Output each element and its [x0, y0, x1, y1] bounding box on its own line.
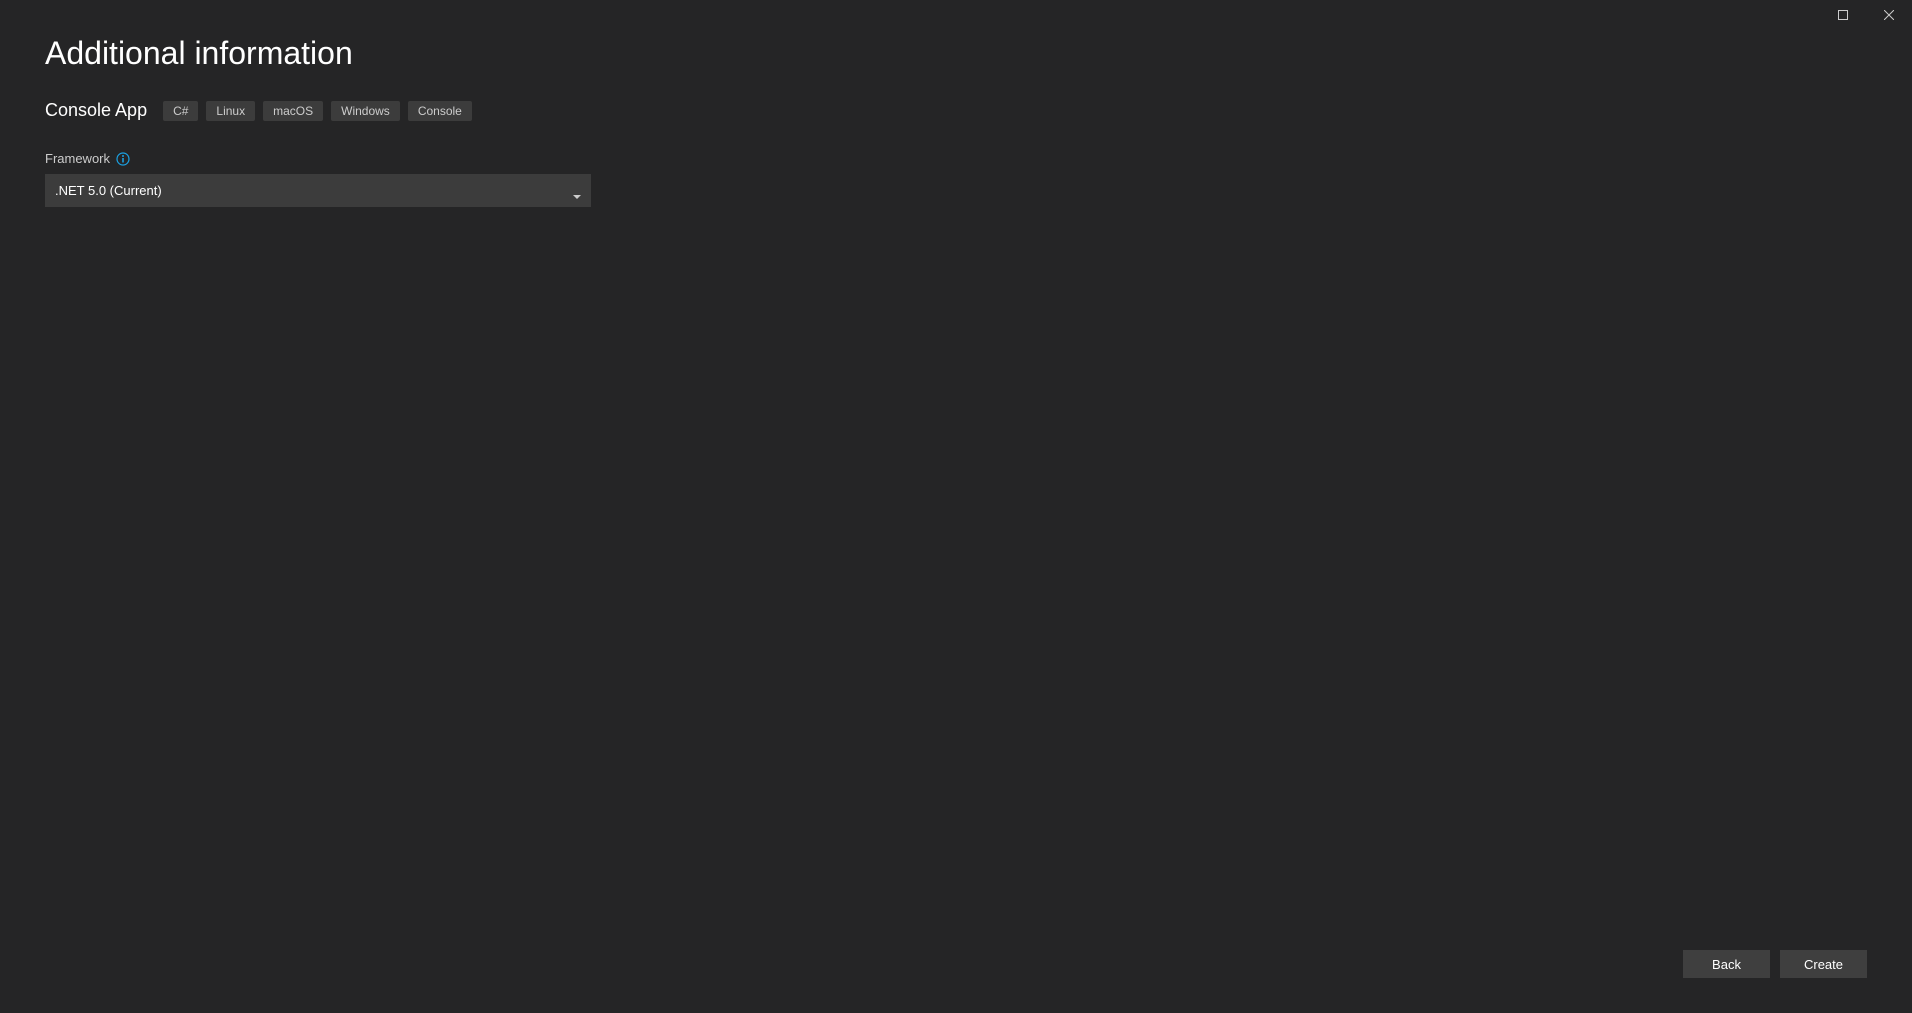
- subtitle-row: Console App C# Linux macOS Windows Conso…: [45, 100, 1867, 121]
- tag-list: C# Linux macOS Windows Console: [163, 101, 472, 121]
- tag-console: Console: [408, 101, 472, 121]
- framework-label-row: Framework: [45, 151, 1867, 166]
- framework-label: Framework: [45, 151, 110, 166]
- tag-windows: Windows: [331, 101, 400, 121]
- back-button[interactable]: Back: [1683, 950, 1770, 978]
- page-title: Additional information: [45, 35, 1867, 72]
- content-area: Additional information Console App C# Li…: [0, 0, 1912, 1013]
- tag-csharp: C#: [163, 101, 198, 121]
- create-button[interactable]: Create: [1780, 950, 1867, 978]
- subtitle: Console App: [45, 100, 147, 121]
- framework-dropdown[interactable]: .NET 5.0 (Current): [45, 174, 591, 207]
- framework-dropdown-value: .NET 5.0 (Current): [55, 183, 162, 198]
- info-icon[interactable]: [116, 152, 130, 166]
- tag-linux: Linux: [206, 101, 255, 121]
- tag-macos: macOS: [263, 101, 323, 121]
- chevron-down-icon: [573, 187, 581, 195]
- footer-buttons: Back Create: [1683, 950, 1867, 978]
